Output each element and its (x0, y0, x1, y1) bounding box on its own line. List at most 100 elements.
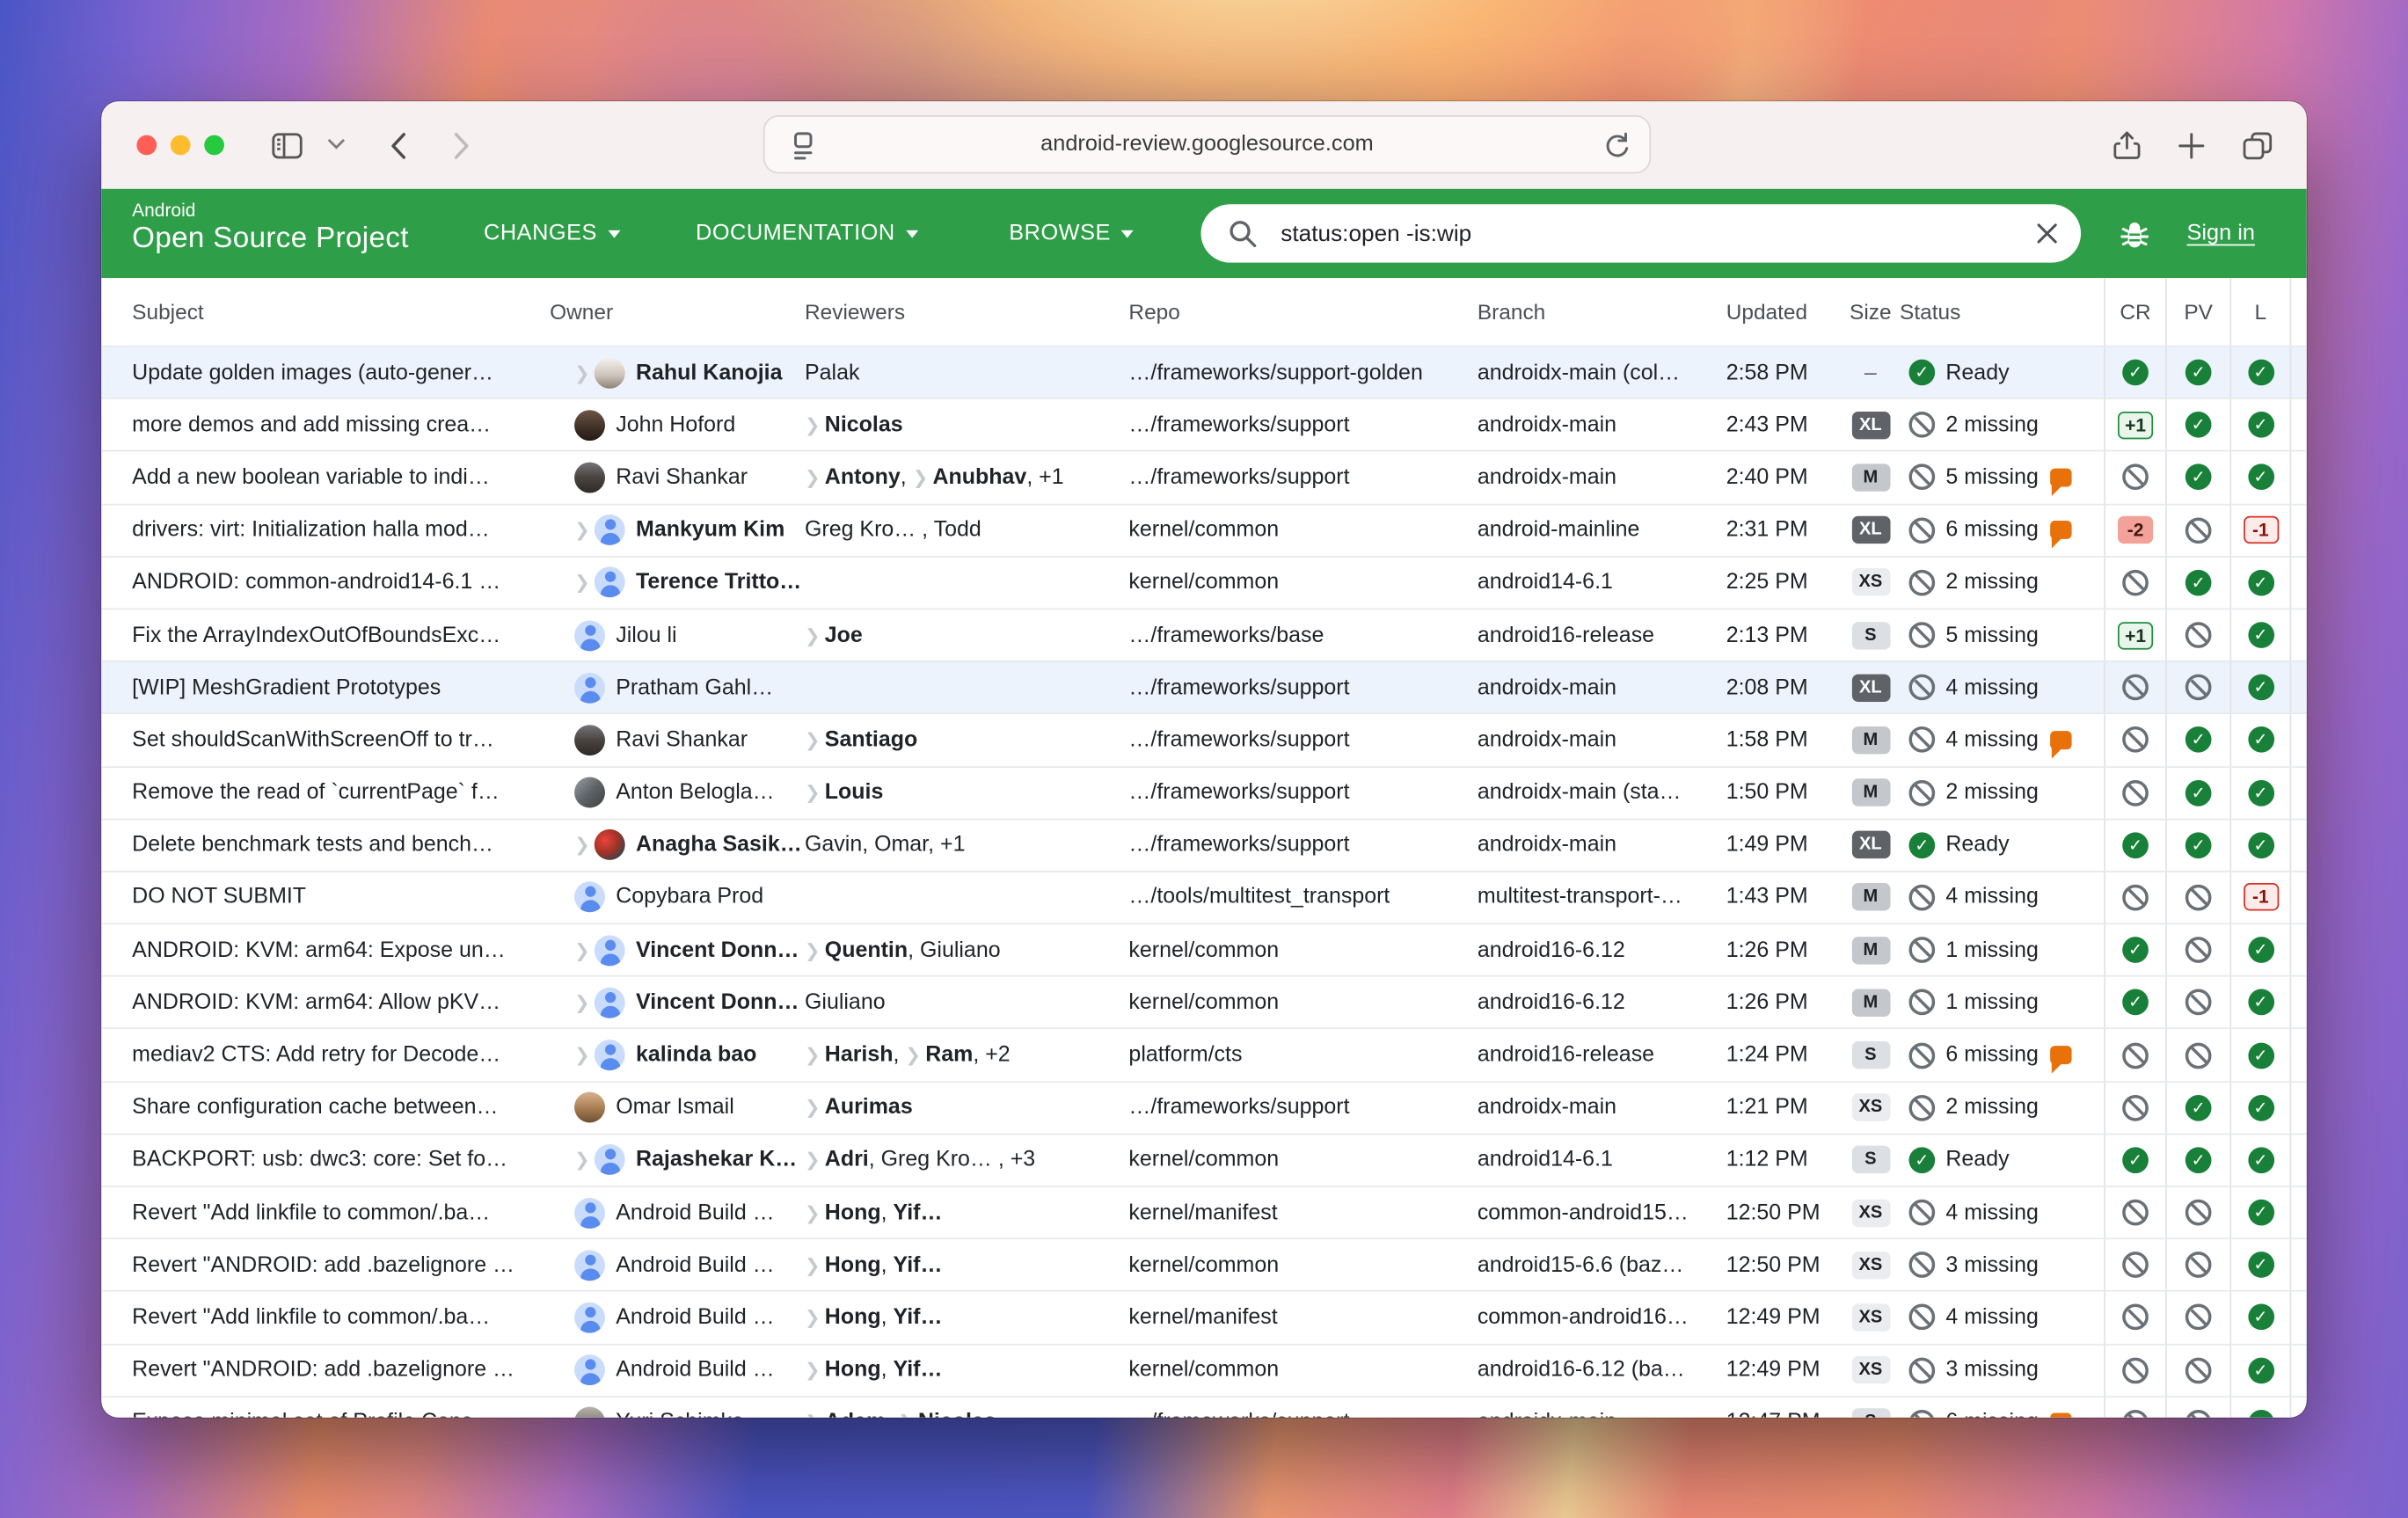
cell-repo[interactable]: …/frameworks/support (1128, 399, 1477, 450)
column-header-repo[interactable]: Repo (1128, 278, 1477, 346)
cell-repo[interactable]: …/tools/multitest_transport (1128, 872, 1477, 923)
reviewer-name[interactable]: Santiago (825, 728, 917, 753)
cell-repo[interactable]: …/frameworks/support (1128, 820, 1477, 871)
column-header-l[interactable]: L (2229, 278, 2291, 346)
column-header-subject[interactable]: Subject (132, 278, 550, 346)
cell-branch[interactable]: androidx-main (1478, 399, 1726, 450)
cell-branch[interactable]: android14-6.1 (1478, 1135, 1726, 1186)
column-header-size[interactable]: Size (1842, 278, 1900, 346)
cell-repo[interactable]: kernel/common (1128, 977, 1477, 1028)
minimize-window-button[interactable] (171, 135, 191, 156)
owner-name[interactable]: Terence Tritto… (636, 570, 801, 595)
table-row[interactable]: ANDROID: KVM: arm64: Allow pKV…❯Vincent … (101, 975, 2307, 1028)
table-row[interactable]: Revert "ANDROID: add .bazelignore …Andro… (101, 1343, 2307, 1396)
sidebar-chevron-down-icon[interactable] (327, 138, 361, 172)
reviewer-name[interactable]: Greg Kro… , Todd (805, 518, 981, 543)
table-row[interactable]: Update golden images (auto-gener…❯Rahul … (101, 346, 2307, 398)
sidebar-icon[interactable] (270, 129, 303, 163)
column-header-cr[interactable]: CR (2104, 278, 2165, 346)
cell-branch[interactable]: androidx-main (1478, 452, 1726, 503)
column-header-owner[interactable]: Owner (550, 278, 805, 346)
table-row[interactable]: Revert "Add linkfile to common/.ba…Andro… (101, 1290, 2307, 1343)
table-row[interactable]: ANDROID: common-android14-6.1 …❯Terence … (101, 556, 2307, 609)
owner-name[interactable]: Ravi Shankar (616, 728, 748, 753)
reviewer-name[interactable]: Aurimas (825, 1095, 913, 1120)
table-row[interactable]: more demos and add missing crea…John Hof… (101, 398, 2307, 451)
cell-repo[interactable]: …/frameworks/base (1128, 609, 1477, 660)
reviewer-name[interactable]: Yif… (893, 1305, 942, 1330)
table-row[interactable]: Fix the ArrayIndexOutOfBoundsExc…Jilou l… (101, 608, 2307, 660)
owner-name[interactable]: Copybara Prod (616, 886, 763, 910)
reviewer-name[interactable]: Adri (825, 1148, 869, 1172)
owner-name[interactable]: Android Build … (616, 1358, 774, 1383)
reviewer-name[interactable]: Nicolas (825, 412, 903, 437)
table-row[interactable]: Delete benchmark tests and bench…❯Anagha… (101, 818, 2307, 871)
cell-repo[interactable]: kernel/manifest (1128, 1187, 1477, 1238)
reviewer-name[interactable]: Nicolas (918, 1411, 996, 1418)
cell-repo[interactable]: …/frameworks/support (1128, 767, 1477, 818)
table-row[interactable]: [WIP] MeshGradient PrototypesPratham Gah… (101, 660, 2307, 713)
reviewer-name[interactable]: Yif… (893, 1358, 942, 1383)
column-header-pv[interactable]: PV (2165, 278, 2229, 346)
reviewer-name[interactable]: Joe (825, 623, 863, 647)
cell-branch[interactable]: android16-6.12 (1478, 924, 1726, 975)
reviewer-name[interactable]: Adam (825, 1411, 886, 1418)
column-header-updated[interactable]: Updated (1726, 278, 1842, 346)
tab-overview-icon[interactable] (2241, 129, 2274, 163)
nav-documentation[interactable]: DOCUMENTATION (696, 189, 918, 278)
cell-branch[interactable]: common-android15… (1478, 1187, 1726, 1238)
reviewer-name[interactable]: Hong (825, 1305, 881, 1330)
back-icon[interactable] (384, 129, 418, 163)
search-bar[interactable] (1201, 204, 2082, 262)
table-row[interactable]: drivers: virt: Initialization halla mod…… (101, 503, 2307, 556)
cell-branch[interactable]: androidx-main (col… (1478, 347, 1726, 398)
cell-branch[interactable]: android15-6.6 (baz… (1478, 1239, 1726, 1290)
close-window-button[interactable] (136, 135, 157, 156)
search-input[interactable] (1278, 219, 2035, 248)
reload-icon[interactable] (1601, 129, 1633, 162)
cell-repo[interactable]: …/frameworks/support (1128, 662, 1477, 713)
reviewer-name[interactable]: Yif… (893, 1201, 942, 1225)
column-header-reviewers[interactable]: Reviewers (805, 278, 1128, 346)
reviewer-name[interactable]: Hong (825, 1201, 881, 1225)
cell-branch[interactable]: android14-6.1 (1478, 557, 1726, 608)
table-row[interactable]: mediav2 CTS: Add retry for Decode…❯kalin… (101, 1028, 2307, 1081)
reviewer-name[interactable]: Harish (825, 1043, 894, 1068)
cell-repo[interactable]: kernel/common (1128, 1345, 1477, 1396)
owner-name[interactable]: Android Build … (616, 1201, 774, 1225)
cell-repo[interactable]: kernel/common (1128, 924, 1477, 975)
nav-browse[interactable]: BROWSE (1009, 189, 1134, 278)
owner-name[interactable]: Anton Belogla… (616, 780, 774, 805)
share-icon[interactable] (2110, 129, 2143, 163)
table-row[interactable]: BACKPORT: usb: dwc3: core: Set fo…❯Rajas… (101, 1133, 2307, 1186)
cell-branch[interactable]: androidx-main (1478, 662, 1726, 713)
cell-branch[interactable]: androidx-main (1478, 820, 1726, 871)
owner-name[interactable]: Vincent Donn… (636, 990, 799, 1015)
table-row[interactable]: DO NOT SUBMITCopybara Prod…/tools/multit… (101, 871, 2307, 923)
cell-branch[interactable]: android16-6.12 (ba… (1478, 1345, 1726, 1396)
owner-name[interactable]: John Hoford (616, 412, 735, 437)
owner-name[interactable]: Rajashekar K… (636, 1148, 797, 1172)
owner-name[interactable]: Rahul Kanojia (636, 361, 782, 385)
owner-name[interactable]: Jilou li (616, 623, 676, 647)
reviewer-name[interactable]: Louis (825, 780, 884, 805)
cell-repo[interactable]: kernel/common (1128, 557, 1477, 608)
app-logo[interactable]: Android Open Source Project (132, 201, 409, 256)
reviewer-name[interactable]: Antony (825, 465, 901, 490)
reviewer-name[interactable]: Yif… (893, 1252, 942, 1277)
cell-branch[interactable]: androidx-main (1478, 715, 1726, 766)
cell-repo[interactable]: kernel/manifest (1128, 1292, 1477, 1343)
cell-repo[interactable]: …/frameworks/support (1128, 1398, 1477, 1418)
cell-branch[interactable]: android16-release (1478, 1030, 1726, 1081)
reviewer-name[interactable]: Giuliano (805, 990, 886, 1015)
cell-repo[interactable]: …/frameworks/support (1128, 1082, 1477, 1133)
cell-branch[interactable]: common-android16… (1478, 1292, 1726, 1343)
cell-branch[interactable]: androidx-main (1478, 1082, 1726, 1133)
owner-name[interactable]: Ravi Shankar (616, 465, 748, 490)
cell-repo[interactable]: kernel/common (1128, 1135, 1477, 1186)
owner-name[interactable]: Android Build … (616, 1252, 774, 1277)
reviewer-name[interactable]: Anubhav (932, 465, 1026, 490)
owner-name[interactable]: Vincent Donn… (636, 938, 799, 962)
owner-name[interactable]: Pratham Gahl… (616, 675, 773, 700)
owner-name[interactable]: Mankyum Kim (636, 518, 784, 543)
